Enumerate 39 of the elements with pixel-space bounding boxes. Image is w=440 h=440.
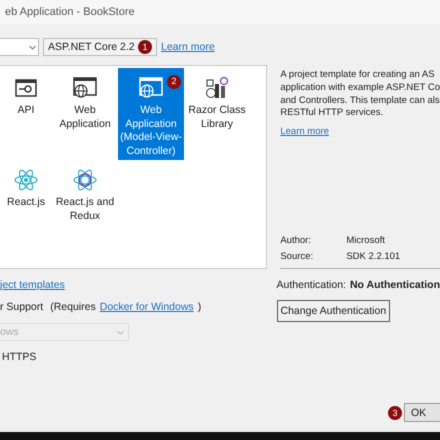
atom-icon [73,168,97,192]
authentication-value: No Authentication [350,279,440,291]
change-authentication-button[interactable]: Change Authentication [276,300,390,322]
template-item[interactable]: Web Application (Model-View-Controller) 2 [118,68,184,160]
step-badge: 2 [167,75,181,89]
learn-more-link[interactable]: Learn more [161,41,215,53]
requires-note: ) [198,301,202,313]
web-page-icon [73,76,97,100]
project-templates-link[interactable]: ject templates [0,279,65,291]
caret-icon [117,330,124,334]
requires-note: (Requires [50,301,96,313]
caret-icon [29,44,36,50]
https-label: HTTPS [2,351,36,363]
source-label: Source: [280,251,314,264]
author-value: Microsoft [346,235,386,248]
template-item[interactable]: API [0,68,52,160]
description-text: A project template for creating an AS [280,69,436,82]
description-text: RESTful HTTP services. [280,107,384,120]
ok-button[interactable]: OK [404,403,440,422]
template-item[interactable]: React.js [0,160,52,230]
docker-link[interactable]: Docker for Windows [100,301,194,313]
author-label: Author: [280,235,312,248]
web-page-icon [139,76,163,100]
dropdown[interactable] [0,38,39,56]
window-title: eb Application - BookStore [5,6,135,18]
authentication-label: Authentication: [276,279,346,291]
atom-icon [14,168,38,192]
learn-more-link[interactable]: Learn more [280,126,440,140]
template-item[interactable]: React.js and Redux [52,160,118,230]
step-badge: 1 [138,40,152,54]
step-badge: 3 [388,406,402,420]
source-value: SDK 2.2.101 [346,251,402,264]
description-text: and Controllers. This template can als [280,94,440,108]
template-item[interactable]: Web Application [52,68,118,160]
docker-support-label: r Support [0,301,44,313]
description-text: application with example ASP.NET Co [280,82,440,95]
framework-dropdown[interactable]: ASP.NET Core 2.2 1 [43,38,157,56]
library-icon [205,76,229,100]
template-item[interactable]: Razor Class Library [184,68,250,160]
